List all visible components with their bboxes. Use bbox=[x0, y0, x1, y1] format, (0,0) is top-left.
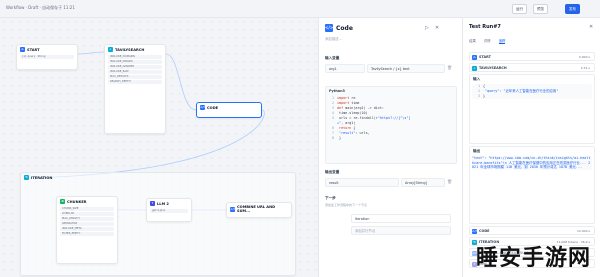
field-row: MAX_RESULTS bbox=[108, 75, 162, 79]
code-icon: </> bbox=[230, 206, 237, 212]
top-bar: Workflow · Draft · 自动保存于 11:21 运行 预览 发布 bbox=[0, 0, 600, 18]
code-icon: </> bbox=[325, 24, 334, 32]
step-meta: 12.000 s bbox=[576, 229, 590, 233]
chunker-node[interactable]: ≡ CHUNKER CHUNK_SIZE OVERLAP MAX_LENGTH S… bbox=[56, 196, 118, 264]
field-row: SEARCH_DEPTH bbox=[108, 80, 162, 84]
code-panel: </> Code ✕ ▷ 添加描述... 输入变量 arg1 TavilySea… bbox=[318, 18, 462, 277]
home-icon: ⌂ bbox=[472, 54, 477, 60]
model-field: gpt-4-plus bbox=[150, 209, 188, 213]
input-var-field[interactable]: arg1 bbox=[325, 64, 365, 73]
input-source-field[interactable]: TavilySearch / {x} text bbox=[367, 64, 445, 73]
next-node-item[interactable]: Iteration bbox=[351, 214, 451, 223]
field-row: CHUNK_SIZE bbox=[60, 207, 114, 211]
run-panel: Test Run#7 ✕ 结果 详情 追踪 ⌂ START 0.000 s ⌕ … bbox=[462, 18, 600, 277]
split-icon: ≡ bbox=[60, 199, 65, 204]
trash-icon[interactable]: 🗑 bbox=[447, 179, 452, 184]
step-name: START bbox=[479, 55, 491, 59]
brain-icon: ✦ bbox=[150, 201, 155, 206]
next-label: 下一步 bbox=[325, 196, 336, 200]
field-row: {x} query · String bbox=[20, 55, 74, 59]
input-block: 输入 1{ 2 "query": "近年来人工智能在医疗行业的应用" 3} bbox=[469, 74, 595, 144]
next-desc: 添加此工作流程中的下一个节点 bbox=[325, 203, 368, 207]
node-title: COMBINE URL AND SUM... bbox=[237, 205, 276, 213]
field-row: INCLUDE_RAW bbox=[108, 70, 162, 74]
node-title: CODE bbox=[207, 105, 219, 110]
output-type-select[interactable]: Array[String] bbox=[401, 178, 445, 187]
panel-header: </> Code bbox=[325, 24, 353, 32]
home-icon: ⌂ bbox=[20, 47, 25, 52]
code-node[interactable]: </> CODE bbox=[196, 102, 262, 118]
run-title: Test Run#7 bbox=[469, 24, 501, 30]
run-button[interactable]: 运行 bbox=[512, 4, 527, 14]
node-title: CHUNKER bbox=[67, 199, 87, 204]
output-var-field[interactable]: result bbox=[325, 178, 399, 187]
field-row: FILTER_EMPTY bbox=[60, 232, 114, 236]
node-title: START bbox=[27, 47, 40, 52]
field-row: INCLUDE_DOMAINS bbox=[108, 55, 162, 59]
start-node[interactable]: ⌂ START {x} query · String bbox=[16, 44, 78, 70]
llm-node[interactable]: ✦ LLM 2 gpt-4-plus bbox=[146, 198, 192, 222]
output-block: 输出 "text": "https://www.ibm.com/cn-zh/th… bbox=[469, 146, 595, 224]
step-meta: 2.31 s bbox=[580, 66, 590, 70]
tab-result[interactable]: 结果 bbox=[469, 38, 476, 44]
output-json: "text": "https://www.ibm.com/cn-zh/think… bbox=[472, 156, 592, 170]
trace-step[interactable]: ⌕ TAVILYSEARCH 2.31 s bbox=[469, 63, 595, 72]
search-icon: ⌕ bbox=[108, 47, 113, 52]
lang-select[interactable]: Python3 bbox=[326, 87, 456, 96]
tab-tracing[interactable]: 追踪 bbox=[498, 38, 506, 44]
search-icon: ⌕ bbox=[472, 65, 477, 71]
watermark: 睡安手游网 bbox=[476, 246, 592, 271]
play-icon[interactable]: ▷ bbox=[425, 25, 429, 31]
output-label: 输出变量 bbox=[325, 170, 340, 174]
panel-title: Code bbox=[336, 24, 353, 32]
input-json: 1{ 2 "query": "近年来人工智能在医疗行业的应用" 3} bbox=[472, 84, 592, 99]
preview-button[interactable]: 预览 bbox=[533, 4, 548, 14]
field-row: MAX_LENGTH bbox=[60, 217, 114, 221]
node-title: TAVILYSEARCH bbox=[115, 47, 145, 52]
description[interactable]: 添加描述... bbox=[325, 36, 342, 41]
input-label: 输入变量 bbox=[325, 56, 340, 60]
close-icon[interactable]: ✕ bbox=[589, 24, 593, 30]
trace-step[interactable]: </> CODE 12.000 s bbox=[469, 226, 595, 235]
publish-button[interactable]: 发布 bbox=[565, 4, 580, 14]
node-title: ITERATION bbox=[31, 175, 53, 180]
trace-step[interactable]: ⌂ START 0.000 s bbox=[469, 52, 595, 61]
workflow-canvas[interactable]: ⌂ START {x} query · String ⌕ TAVILYSEARCH … bbox=[0, 18, 318, 277]
code-icon: </> bbox=[472, 228, 479, 234]
loop-icon: ↻ bbox=[24, 175, 29, 180]
output-block-label: 输出 bbox=[473, 149, 481, 153]
tab-detail[interactable]: 详情 bbox=[484, 38, 491, 44]
add-parallel-button[interactable]: 添加并行节点 bbox=[351, 226, 451, 235]
step-meta: 0.000 s bbox=[578, 55, 590, 59]
field-row: SEPARATOR bbox=[60, 222, 114, 226]
close-icon[interactable]: ✕ bbox=[435, 25, 439, 31]
field-row: INCLUDE_ANSWER bbox=[108, 65, 162, 69]
node-title: LLM 2 bbox=[157, 201, 169, 206]
run-tabs: 结果 详情 追踪 bbox=[469, 38, 506, 44]
tavily-node[interactable]: ⌕ TAVILYSEARCH INCLUDE_DOMAINS INCLUDE_IM… bbox=[104, 44, 166, 134]
code-editor[interactable]: Python3 1 import re 2 import time 3 def mai… bbox=[325, 86, 457, 164]
code-icon: </> bbox=[200, 105, 207, 110]
trash-icon[interactable]: 🗑 bbox=[447, 65, 452, 70]
field-row: INCLUDE_META bbox=[60, 227, 114, 231]
input-block-label: 输入 bbox=[473, 77, 481, 81]
step-name: CODE bbox=[479, 229, 490, 233]
combine-node[interactable]: </> COMBINE URL AND SUM... bbox=[226, 202, 292, 218]
breadcrumb: Workflow · Draft · 自动保存于 11:21 bbox=[6, 5, 75, 10]
step-name: TAVILYSEARCH bbox=[479, 66, 507, 70]
field-row: OVERLAP bbox=[60, 212, 114, 216]
field-row: INCLUDE_IMAGES bbox=[108, 60, 162, 64]
